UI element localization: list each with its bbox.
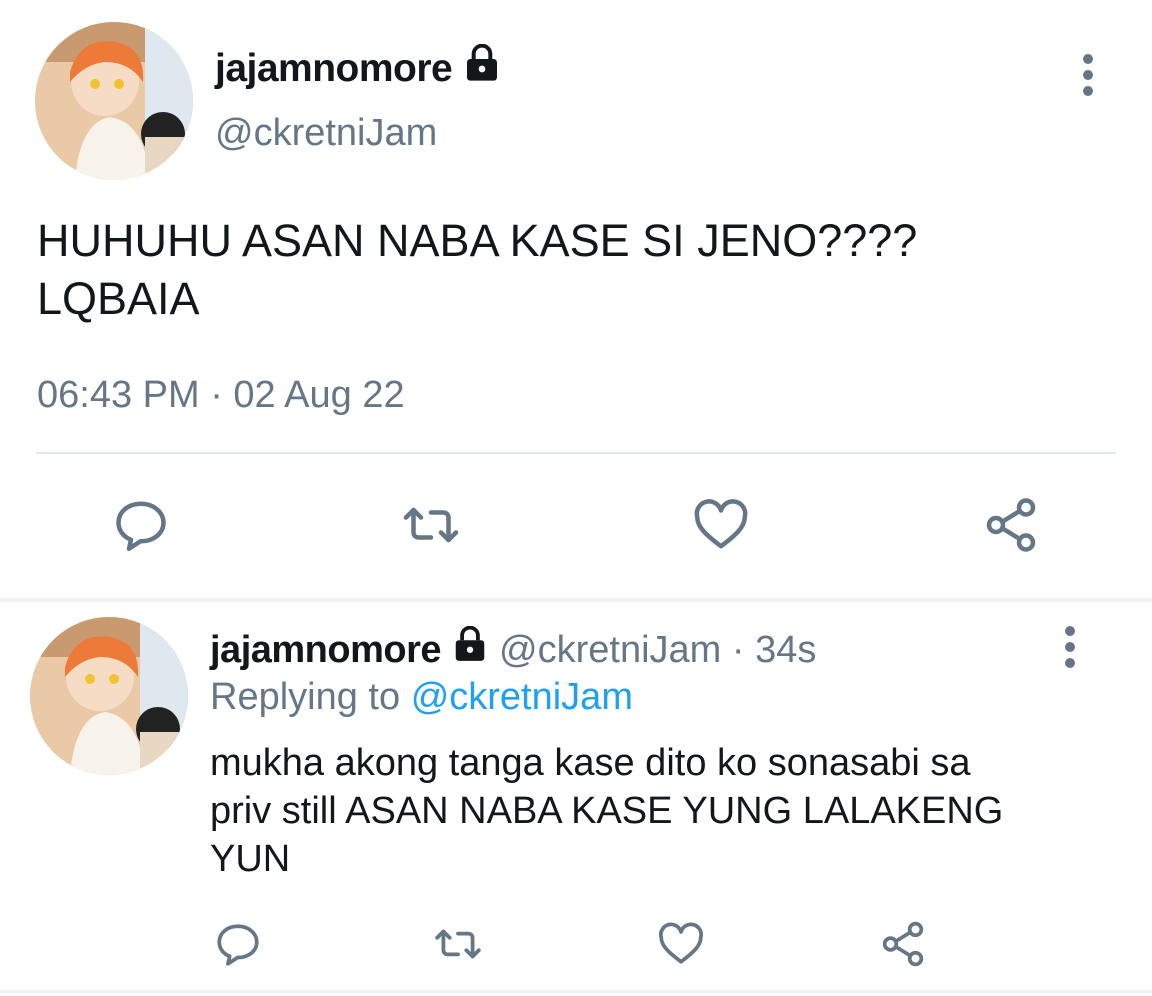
like-button[interactable] — [646, 909, 716, 979]
more-options-icon[interactable] — [1050, 617, 1090, 677]
lock-icon — [451, 625, 489, 674]
timestamp[interactable]: 06:43 PM · 02 Aug 22 — [37, 374, 405, 417]
bottom-divider — [0, 990, 1152, 993]
tweet-text: HUHUHU ASAN NABA KASE SI JENO???? LQBAIA — [37, 212, 1127, 328]
section-divider — [0, 598, 1152, 602]
lock-icon — [462, 43, 502, 94]
more-options-icon[interactable] — [1068, 45, 1108, 105]
handle[interactable]: @ckretniJam — [215, 112, 437, 155]
like-icon — [694, 499, 748, 549]
reply-text: mukha akong tanga kase dito ko sonasabi … — [210, 739, 1130, 883]
like-button[interactable] — [686, 490, 756, 560]
display-name-text[interactable]: jajamnomore — [210, 629, 442, 672]
handle-time[interactable]: @ckretniJam · 34s — [499, 629, 816, 672]
like-icon — [658, 922, 704, 964]
reply-text-line: priv still ASAN NABA KASE YUNG LALAKENG — [210, 790, 1004, 832]
divider — [36, 452, 1116, 454]
share-button[interactable] — [868, 909, 938, 979]
display-name-text[interactable]: jajamnomore — [215, 47, 453, 91]
mention-link[interactable]: @ckretniJam — [411, 676, 633, 718]
retweet-button[interactable] — [396, 490, 466, 560]
share-icon — [882, 921, 924, 967]
reply-header: jajamnomore @ckretniJam · 34s — [210, 625, 816, 674]
tweet-text-line: LQBAIA — [37, 273, 200, 324]
replying-to: Replying to @ckretniJam — [210, 676, 633, 719]
reply-text-line: YUN — [210, 838, 291, 880]
retweet-button[interactable] — [423, 909, 493, 979]
replying-prefix: Replying to — [210, 676, 401, 718]
share-icon — [986, 498, 1036, 552]
retweet-icon — [403, 507, 459, 543]
display-name[interactable]: jajamnomore — [215, 43, 502, 94]
avatar[interactable] — [30, 617, 188, 775]
reply-text-line: mukha akong tanga kase dito ko sonasabi … — [210, 742, 971, 784]
reply-icon — [217, 924, 259, 966]
retweet-icon — [435, 929, 481, 959]
reply-button[interactable] — [106, 490, 176, 560]
avatar[interactable] — [35, 22, 193, 180]
reply-button[interactable] — [203, 909, 273, 979]
share-button[interactable] — [976, 490, 1046, 560]
reply-icon — [116, 501, 166, 551]
tweet-text-line: HUHUHU ASAN NABA KASE SI JENO???? — [37, 215, 918, 266]
